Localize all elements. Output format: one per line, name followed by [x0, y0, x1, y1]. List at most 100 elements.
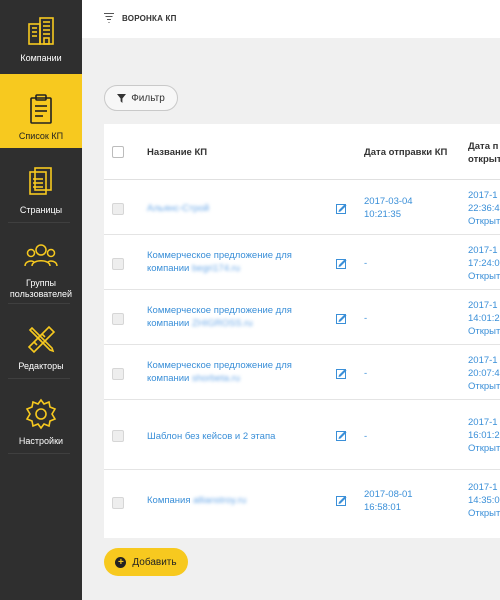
row-checkbox[interactable] — [112, 497, 124, 509]
kp-name-text: Шаблон без кейсов и 2 этапа — [147, 431, 276, 442]
opened-date-time: 14:01:2 — [468, 313, 500, 324]
kp-name-text: Компания — [147, 495, 191, 506]
opened-status: Открыт — [468, 443, 500, 454]
opened-date: 2017-1 16:01:2 Открыт — [468, 416, 500, 455]
opened-status: Открыт — [468, 326, 500, 337]
table-row: Шаблон без кейсов и 2 этапа - 2017-1 16:… — [104, 400, 500, 470]
kp-name-link[interactable]: Коммерческое предложение для компании be… — [147, 249, 319, 275]
table-row: Компания allianstroy.ru 2017-08-01 16:58… — [104, 470, 500, 538]
sent-date-time: 10:21:35 — [364, 209, 401, 220]
kp-name-link[interactable]: Компания allianstroy.ru — [147, 494, 319, 507]
column-header-line: открыт — [468, 154, 500, 165]
kp-name-redacted: begri174.ru — [192, 263, 241, 274]
opened-status: Открыт — [468, 381, 500, 392]
sidebar-item-label: Страницы — [19, 205, 63, 215]
opened-date-day: 2017-1 — [468, 417, 498, 428]
kp-name-link[interactable]: Шаблон без кейсов и 2 этапа — [147, 430, 319, 443]
opened-date-time: 20:07:4 — [468, 368, 500, 379]
opened-date: 2017-1 22:36:4 Открыт — [468, 189, 500, 228]
opened-date-day: 2017-1 — [468, 190, 498, 201]
sent-date: - — [364, 431, 368, 442]
sent-date: 2017-03-04 10:21:35 — [364, 195, 413, 221]
table-row: Альянс-Строй 2017-03-04 10:21:35 2017-1 … — [104, 180, 500, 235]
filter-button[interactable]: Фильтр — [104, 85, 178, 111]
pages-icon — [29, 167, 52, 195]
kp-name-redacted: allianstroy.ru — [193, 495, 247, 506]
add-button[interactable]: + Добавить — [104, 548, 188, 576]
opened-date-day: 2017-1 — [468, 300, 498, 311]
row-checkbox[interactable] — [112, 368, 124, 380]
sidebar-item-label: Группы пользователей — [9, 278, 73, 299]
opened-date-day: 2017-1 — [468, 482, 498, 493]
opened-date-day: 2017-1 — [468, 245, 498, 256]
table-row: Коммерческое предложение для компании be… — [104, 235, 500, 290]
top-bar: ВОРОНКА КП — [82, 0, 500, 38]
kp-name-redacted: shorbeta.ru — [192, 373, 241, 384]
sidebar-item-label: Компании — [20, 53, 62, 63]
kp-table: Название КП Дата отправки КП Дата п откр… — [104, 124, 500, 538]
row-checkbox[interactable] — [112, 430, 124, 442]
kp-name-redacted: Альянс-Строй — [147, 203, 210, 214]
page-title: ВОРОНКА КП — [122, 14, 177, 23]
opened-date: 2017-1 17:24:0 Открыт — [468, 244, 500, 283]
filter-label: Фильтр — [131, 92, 165, 104]
sent-date-time: 16:58:01 — [364, 502, 401, 513]
ruler-pencil-icon — [27, 325, 56, 354]
sent-date: - — [364, 313, 368, 324]
sent-date: - — [364, 258, 368, 269]
opened-status: Открыт — [468, 508, 500, 519]
sidebar-item-user-groups[interactable]: Группы пользователей — [0, 223, 82, 303]
sidebar-item-label: Настройки — [18, 436, 64, 446]
sidebar-item-label: Редакторы — [18, 361, 64, 371]
opened-date-time: 14:35:0 — [468, 495, 500, 506]
table-row: Коммерческое предложение для компании sh… — [104, 345, 500, 400]
opened-status: Открыт — [468, 271, 500, 282]
table-header: Название КП Дата отправки КП Дата п откр… — [104, 124, 500, 180]
sidebar-item-editors[interactable]: Редакторы — [0, 304, 82, 378]
clipboard-icon — [30, 94, 52, 124]
opened-date: 2017-1 14:01:2 Открыт — [468, 299, 500, 338]
sidebar-item-companies[interactable]: Компании — [0, 0, 82, 74]
filter-icon — [117, 93, 127, 103]
sidebar: Компании Список КП Страницы Группы польз… — [0, 0, 82, 600]
sent-date: - — [364, 368, 368, 379]
kp-name-link[interactable]: Коммерческое предложение для компании ZH… — [147, 304, 319, 330]
table-row: Коммерческое предложение для компании ZH… — [104, 290, 500, 345]
edit-icon[interactable] — [336, 368, 347, 379]
opened-status: Открыт — [468, 216, 500, 227]
kp-name-link[interactable]: Коммерческое предложение для компании sh… — [147, 359, 319, 385]
users-group-icon — [24, 244, 58, 267]
divider — [8, 453, 70, 454]
edit-icon[interactable] — [336, 495, 347, 506]
opened-date-time: 22:36:4 — [468, 203, 500, 214]
opened-date-time: 16:01:2 — [468, 430, 500, 441]
add-label: Добавить — [132, 556, 177, 568]
sent-date-day: 2017-03-04 — [364, 196, 413, 207]
column-header-sent-date[interactable]: Дата отправки КП — [364, 146, 447, 159]
select-all-checkbox[interactable] — [112, 146, 124, 158]
buildings-icon — [28, 17, 54, 45]
column-header-opened-date[interactable]: Дата п открыт — [468, 140, 500, 166]
funnel-icon — [104, 13, 114, 23]
kp-name-link[interactable]: Альянс-Строй — [147, 202, 319, 215]
opened-date-time: 17:24:0 — [468, 258, 500, 269]
row-checkbox[interactable] — [112, 203, 124, 215]
sent-date-day: 2017-08-01 — [364, 489, 413, 500]
opened-date-day: 2017-1 — [468, 355, 498, 366]
sent-date: 2017-08-01 16:58:01 — [364, 488, 413, 514]
gear-icon — [25, 398, 57, 430]
edit-icon[interactable] — [336, 313, 347, 324]
edit-icon[interactable] — [336, 430, 347, 441]
kp-name-redacted: ZHIGROSS.ru — [192, 318, 253, 329]
sidebar-item-label: Список КП — [18, 131, 64, 141]
plus-icon: + — [115, 556, 127, 568]
row-checkbox[interactable] — [112, 258, 124, 270]
opened-date: 2017-1 14:35:0 Открыт — [468, 481, 500, 520]
row-checkbox[interactable] — [112, 313, 124, 325]
sidebar-item-settings[interactable]: Настройки — [0, 379, 82, 453]
sidebar-item-kp-list[interactable]: Список КП — [0, 74, 82, 148]
edit-icon[interactable] — [336, 258, 347, 269]
column-header-name[interactable]: Название КП — [147, 146, 207, 159]
edit-icon[interactable] — [336, 203, 347, 214]
sidebar-item-pages[interactable]: Страницы — [0, 148, 82, 222]
